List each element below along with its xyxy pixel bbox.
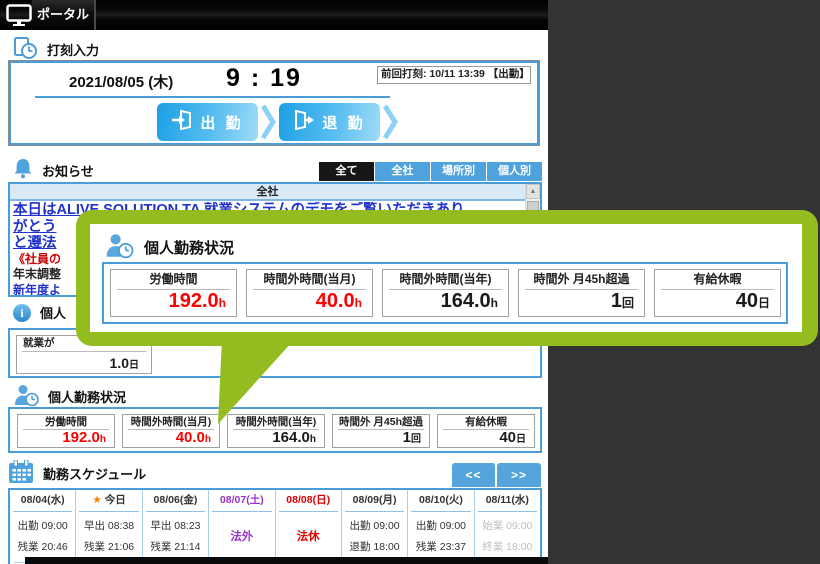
schedule-day-cell[interactable]: 08/11(水) 始業 09:00 終業 18:00: [475, 490, 540, 564]
schedule-day-cell[interactable]: 08/09(月) 出勤 09:00 退勤 18:00 承認待: [342, 490, 409, 564]
last-stamp-info: 前回打刻: 10/11 13:39 【出勤】: [377, 66, 531, 84]
current-time: 9 : 19: [226, 64, 302, 92]
scroll-up-button[interactable]: ▲: [526, 184, 540, 199]
divider: [35, 96, 390, 98]
stamp-section-title: 打刻入力: [47, 43, 100, 58]
stamp-section-header: 打刻入力: [13, 36, 99, 63]
window-bottom-edge: [25, 557, 548, 564]
personal-section-header: i 個人: [13, 303, 66, 322]
stat-card-overtime-month: 時間外時間(当月) 40.0h: [246, 269, 373, 317]
monitor-icon: [6, 4, 32, 31]
notice-tab-location[interactable]: 場所別: [431, 162, 486, 181]
stat-card-labor-hours: 労働時間 192.0h: [110, 269, 237, 317]
notice-tab-all[interactable]: 全て: [319, 162, 374, 181]
bell-icon: [13, 158, 33, 182]
notice-section-header: お知らせ: [13, 158, 94, 182]
schedule-prev-button[interactable]: <<: [452, 463, 496, 487]
tab-portal[interactable]: ポータル: [32, 0, 96, 30]
time-stamp-icon: [13, 36, 38, 63]
stat-card-paid-leave: 有給休暇 40日: [437, 414, 535, 448]
chevron-right-icon: [382, 103, 398, 146]
titlebar: ポータル: [0, 0, 548, 30]
stat-card-labor-hours: 労働時間 192.0h: [17, 414, 115, 448]
person-clock-icon: [13, 383, 39, 410]
today-star-icon: ★: [92, 494, 102, 506]
schedule-title: 勤務スケジュール: [43, 467, 147, 482]
current-date: 2021/08/05 (木): [69, 74, 174, 91]
work-status-popup: 個人勤務状況 労働時間 192.0h 時間外時間(当月) 40.0h 時間外時間…: [76, 210, 818, 346]
stat-card-overtime-year: 時間外時間(当年) 164.0h: [382, 269, 509, 317]
calendar-icon: [8, 459, 34, 487]
stamp-panel: 2021/08/05 (木) 9 : 19 前回打刻: 10/11 13:39 …: [8, 60, 540, 146]
schedule-day-cell-sunday[interactable]: 08/08(日) 法休: [276, 490, 342, 564]
notice-tab-company[interactable]: 全社: [375, 162, 430, 181]
person-clock-icon: [104, 232, 134, 263]
stat-card-over45h: 時間外 月45h超過 1回: [518, 269, 645, 317]
notice-section-title: お知らせ: [42, 163, 94, 179]
schedule-day-cell-saturday[interactable]: 08/07(土) 法外: [209, 490, 276, 564]
callout-tail: [200, 338, 310, 431]
schedule-day-cell[interactable]: 08/06(金) 早出 08:23 残業 21:14 承認待: [143, 490, 210, 564]
stat-card-paid-leave: 有給休暇 40日: [654, 269, 781, 317]
schedule-day-cell[interactable]: 08/10(火) 出勤 09:00 残業 23:37 承認待: [408, 490, 475, 564]
popup-status-panel: 労働時間 192.0h 時間外時間(当月) 40.0h 時間外時間(当年) 16…: [102, 262, 788, 324]
popup-title: 個人勤務状況: [104, 232, 234, 263]
clock-in-button[interactable]: 出 勤: [157, 103, 258, 141]
door-exit-icon: [293, 109, 315, 135]
door-enter-icon: [171, 109, 193, 135]
schedule-day-cell-today[interactable]: ★ 今日 早出 08:38 残業 21:06 承認待: [76, 490, 143, 564]
stat-card-over45h: 時間外 月45h超過 1回: [332, 414, 430, 448]
work-status-section-header: 個人勤務状況: [13, 383, 126, 410]
desktop: ポータル 打刻入力 2021/08/05 (木) 9 : 19 前回打刻: 10…: [0, 0, 820, 564]
notice-tab-personal[interactable]: 個人別: [487, 162, 542, 181]
schedule-day-cell[interactable]: 08/04(水) 出勤 09:00 残業 20:46 承認待: [10, 490, 77, 564]
schedule-table: 08/04(水) 出勤 09:00 残業 20:46 承認待 ★ 今日 早出 0…: [8, 488, 542, 564]
info-icon: i: [13, 303, 31, 322]
work-status-title: 個人勤務状況: [48, 390, 127, 405]
schedule-section-header: 勤務スケジュール: [8, 459, 147, 487]
chevron-right-icon: [260, 103, 276, 146]
notice-list-header: 全社: [10, 184, 525, 201]
clock-out-button[interactable]: 退 勤: [279, 103, 380, 141]
personal-section-title: 個人: [40, 306, 67, 321]
schedule-next-button[interactable]: >>: [497, 463, 541, 487]
